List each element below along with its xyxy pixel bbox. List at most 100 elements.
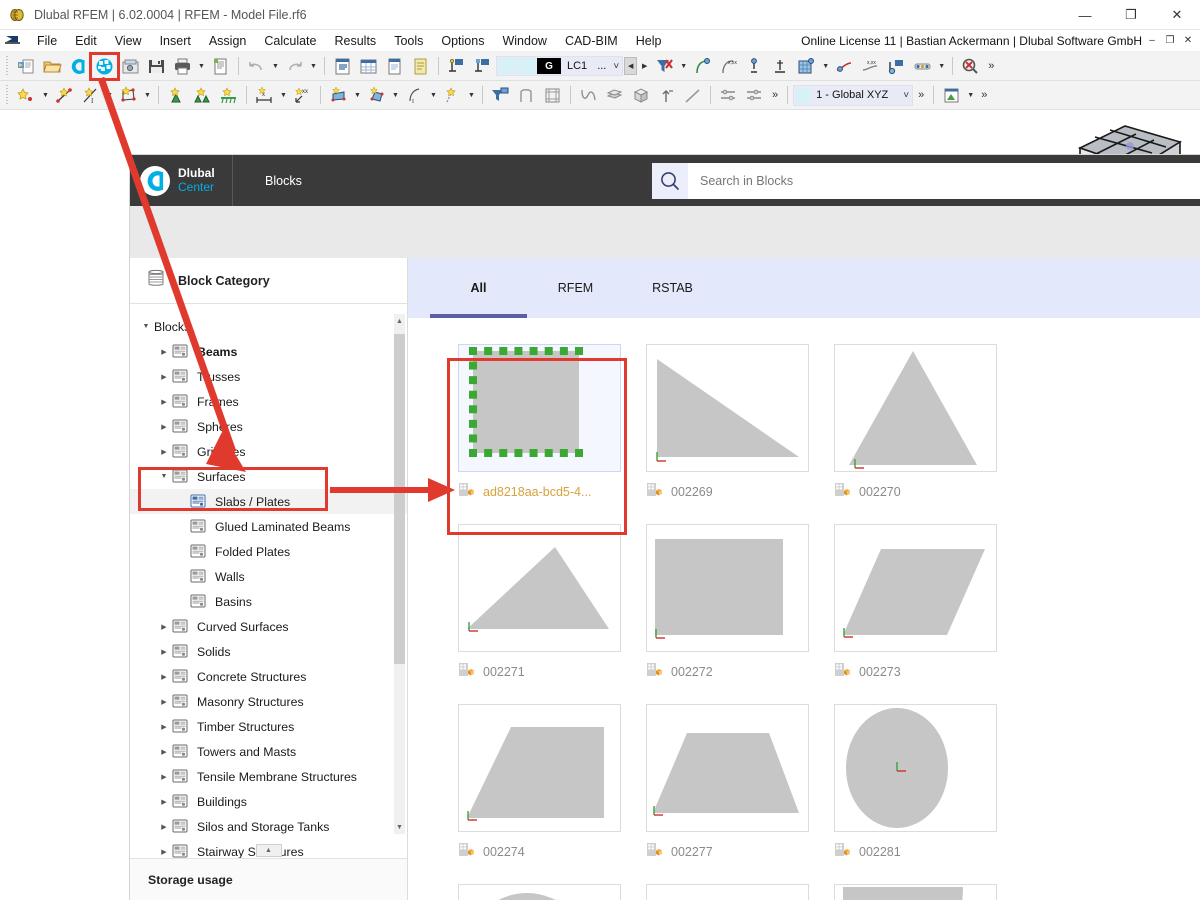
load-case-chevron-down-icon[interactable]: ˅ [610,61,622,72]
tree-scrollbar[interactable]: ▲ ▼ [394,314,405,834]
doc-restore-button[interactable]: ❐ [1162,33,1178,49]
undo-dropdown-caret-icon[interactable]: ▼ [270,54,281,78]
free-load-icon[interactable]: I [402,83,427,107]
block-thumbnail[interactable] [458,884,621,900]
mesh-results-icon[interactable] [794,54,819,78]
visibility-filter-icon[interactable] [488,83,513,107]
tree-item-spheres[interactable]: ▶ Spheres [130,414,407,439]
block-thumbnail[interactable] [646,704,809,832]
redo-dropdown-caret-icon[interactable]: ▼ [308,54,319,78]
tree-item-towers-and-masts[interactable]: ▶ Towers and Masts [130,739,407,764]
expander-collapsed-icon[interactable]: ▶ [156,448,172,456]
expander-collapsed-icon[interactable]: ▶ [156,773,172,781]
surface-dropdown-caret-icon[interactable]: ▼ [142,83,153,107]
load-case-next-button[interactable]: ▶ [638,57,651,75]
load-case-selector[interactable]: G LC1 ... ˅ [496,56,623,76]
coordinate-overflow-button[interactable]: » [914,89,928,101]
search-input[interactable] [688,163,1200,199]
block-card[interactable]: 002272 [646,524,834,682]
support-reaction-icon[interactable] [742,54,767,78]
menu-help[interactable]: Help [627,32,671,50]
coordinate-system-selector[interactable]: 1 - Global XYZ ˅ [793,85,913,106]
spreadsheet-dropdown-caret-icon[interactable]: ▼ [965,83,976,107]
toolbar2-overflow-button-2[interactable]: » [977,89,991,101]
block-card[interactable]: 002273 [834,524,1022,682]
expander-collapsed-icon[interactable]: ▶ [156,798,172,806]
collapse-panel-button[interactable]: ▲ [256,844,282,857]
expander-collapsed-icon[interactable]: ▶ [156,823,172,831]
block-thumbnail[interactable] [834,704,997,832]
block-thumbnail[interactable] [646,344,809,472]
doc-minimize-button[interactable]: – [1144,33,1160,49]
menu-calculate[interactable]: Calculate [255,32,325,50]
menu-options[interactable]: Options [432,32,493,50]
free-load-dropdown-caret-icon[interactable]: ▼ [428,83,439,107]
dimension-x-icon[interactable]: x [252,83,277,107]
tree-item-beams[interactable]: ▶ Beams [130,339,407,364]
tree-item-timber-structures[interactable]: ▶ Timber Structures [130,714,407,739]
nodal-support-icon[interactable] [164,83,189,107]
new-node-icon[interactable] [14,83,39,107]
document-icon[interactable] [408,54,433,78]
block-card[interactable]: 002271 [458,524,646,682]
support-node-icon[interactable] [444,54,469,78]
search-icon[interactable] [652,163,688,199]
expander-collapsed-icon[interactable]: ▶ [156,648,172,656]
dimension-xx-icon[interactable]: xx [290,83,315,107]
tree-scroll-area[interactable]: ▼ Blocks ▶ Beams▶ Trusses▶ Frames▶ Spher… [130,304,407,858]
expander-collapsed-icon[interactable]: ▶ [156,373,172,381]
line-support-icon[interactable] [190,83,215,107]
expander-collapsed-icon[interactable]: ▶ [156,848,172,856]
minimize-button[interactable]: — [1062,0,1108,30]
tree-item-curved-surfaces[interactable]: ▶ Curved Surfaces [130,614,407,639]
tree-item-frames[interactable]: ▶ Frames [130,389,407,414]
align-distribute-icon[interactable] [742,83,767,107]
block-thumbnail[interactable] [458,524,621,652]
tree-item-glued-laminated-beams[interactable]: Glued Laminated Beams [130,514,407,539]
filter-dropdown-caret-icon[interactable]: ▼ [678,54,689,78]
tree-item-tensile-membrane-structures[interactable]: ▶ Tensile Membrane Structures [130,764,407,789]
dimension-dropdown-caret-icon[interactable]: ▼ [278,83,289,107]
solid-load-dropdown-caret-icon[interactable]: ▼ [390,83,401,107]
expander-collapsed-icon[interactable]: ▶ [156,398,172,406]
expander-collapsed-icon[interactable]: ▶ [156,748,172,756]
spreadsheet-icon[interactable] [939,83,964,107]
menu-file[interactable]: File [28,32,66,50]
model-settings-icon[interactable] [118,54,143,78]
save-icon[interactable] [144,54,169,78]
support-line-icon[interactable] [470,54,495,78]
block-card[interactable]: 002277 [646,704,834,862]
tree-item-grillages[interactable]: ▶ Grillages [130,439,407,464]
doc-close-button[interactable]: ✕ [1180,33,1196,49]
new-model-icon[interactable] [14,54,39,78]
curve-icon[interactable] [576,83,601,107]
breadcrumb[interactable]: Blocks [233,155,302,206]
block-thumbnail[interactable] [834,524,997,652]
undo-icon[interactable] [244,54,269,78]
block-thumbnail[interactable] [834,344,997,472]
tree-item-masonry-structures[interactable]: ▶ Masonry Structures [130,689,407,714]
dlubal-center-c-icon[interactable] [66,54,91,78]
close-button[interactable]: ✕ [1154,0,1200,30]
printout-report-icon[interactable] [208,54,233,78]
tree-item-folded-plates[interactable]: Folded Plates [130,539,407,564]
result-diagram-icon[interactable] [884,54,909,78]
tree-item-basins[interactable]: Basins [130,589,407,614]
surface-load-icon[interactable] [326,83,351,107]
zoom-delete-icon[interactable] [958,54,983,78]
tab-rstab[interactable]: RSTAB [624,258,721,318]
node-dropdown-caret-icon[interactable]: ▼ [40,83,51,107]
block-card[interactable]: 002284 [646,884,834,900]
expander-collapsed-icon[interactable]: ▶ [156,698,172,706]
expander-expanded-icon[interactable]: ▼ [138,323,154,330]
print-icon[interactable] [170,54,195,78]
tab-all[interactable]: All [430,258,527,318]
search-bar[interactable] [652,163,1200,199]
expander-collapsed-icon[interactable]: ▶ [156,673,172,681]
block-thumbnail[interactable] [834,884,997,900]
solid-load-icon[interactable] [364,83,389,107]
toolbar-grip[interactable] [5,85,10,105]
tree-item-concrete-structures[interactable]: ▶ Concrete Structures [130,664,407,689]
redo-icon[interactable] [282,54,307,78]
load-case-prev-button[interactable]: ◀ [624,57,637,75]
